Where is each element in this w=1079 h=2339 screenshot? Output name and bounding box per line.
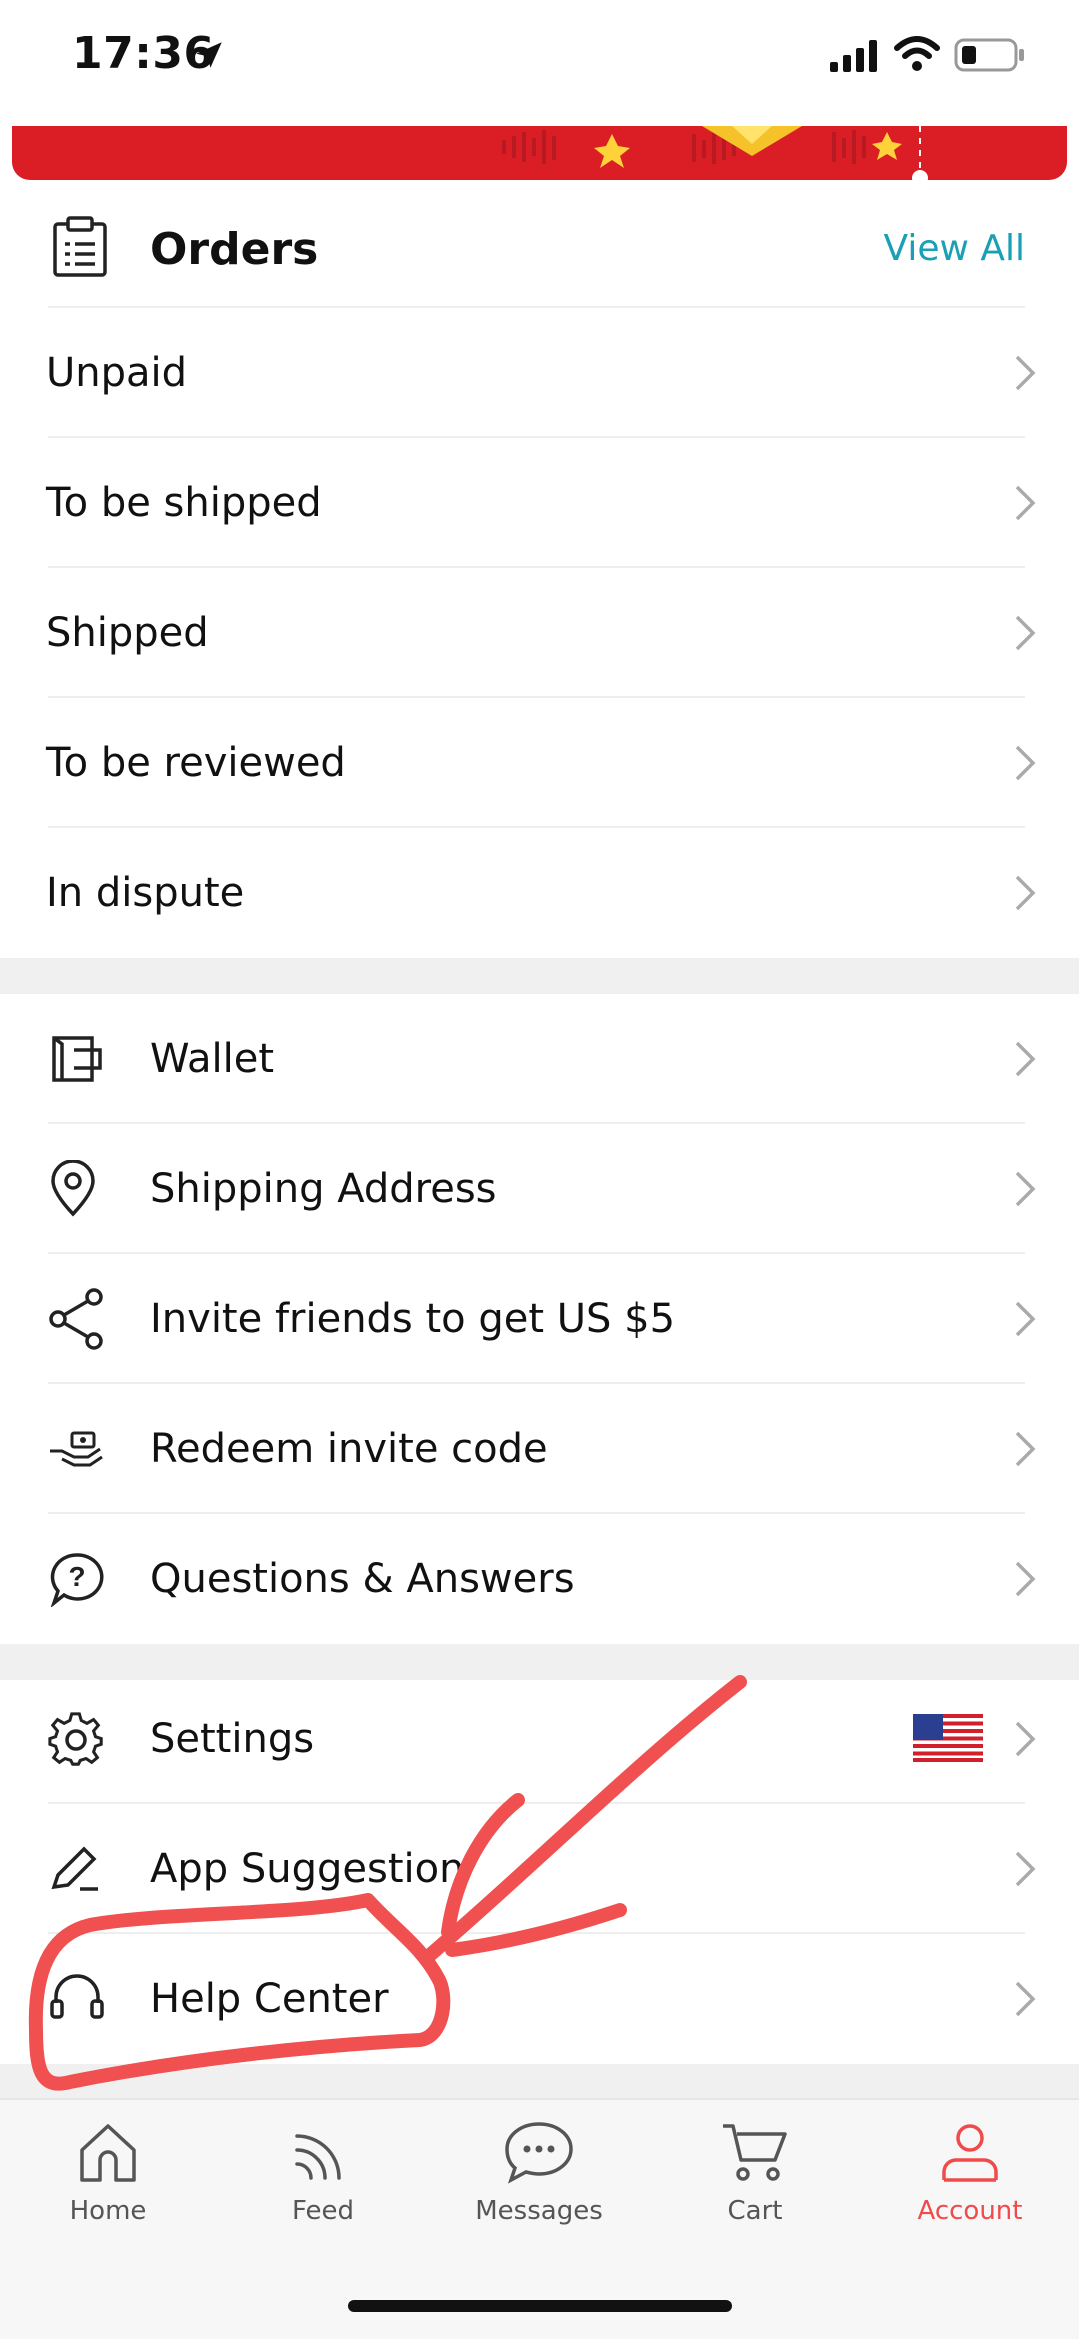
tab-messages[interactable]: Messages <box>439 2120 639 2226</box>
order-row-to-be-reviewed[interactable]: To be reviewed <box>0 698 1079 828</box>
gear-icon <box>48 1712 103 1766</box>
us-flag-icon <box>913 1714 983 1762</box>
banner-graphic <box>502 126 928 180</box>
location-pin-icon <box>51 1160 95 1217</box>
chevron-right-icon <box>1015 355 1036 391</box>
cart-icon <box>723 2124 787 2181</box>
share-icon <box>49 1288 103 1350</box>
order-row-label: To be shipped <box>46 480 322 526</box>
orders-header: Orders View All <box>0 196 1079 308</box>
chevron-right-icon <box>1015 1431 1036 1467</box>
cellular-signal-icon <box>830 40 877 72</box>
wallet-icon <box>52 1036 102 1082</box>
chevron-right-icon <box>1015 485 1036 521</box>
section-gap <box>0 958 1079 994</box>
tab-label: Feed <box>291 2196 355 2226</box>
svg-text:?: ? <box>68 1561 85 1592</box>
tab-home[interactable]: Home <box>8 2120 208 2226</box>
menu-item-label: Invite friends to get US $5 <box>150 1296 676 1342</box>
order-row-label: Unpaid <box>46 350 188 396</box>
menu-item-wallet[interactable]: Wallet <box>0 994 1079 1124</box>
chevron-right-icon <box>1015 1561 1036 1597</box>
chevron-right-icon <box>1015 745 1036 781</box>
chat-bubble-icon <box>505 2122 573 2184</box>
home-indicator <box>348 2300 732 2312</box>
promo-banner[interactable] <box>12 126 1067 180</box>
menu-item-label: Settings <box>150 1716 315 1762</box>
chevron-right-icon <box>1015 1301 1036 1337</box>
tab-feed[interactable]: Feed <box>223 2120 423 2226</box>
status-bar: 17:36 <box>0 0 1079 120</box>
feed-icon <box>295 2134 341 2180</box>
menu-item-label: Questions & Answers <box>150 1556 575 1602</box>
chevron-right-icon <box>1015 1981 1036 2017</box>
orders-title: Orders <box>150 224 319 275</box>
menu-item-label: Redeem invite code <box>150 1426 548 1472</box>
tab-label: Messages <box>475 2196 603 2226</box>
menu-item-questions-answers[interactable]: ? Questions & Answers <box>0 1514 1079 1644</box>
headset-icon <box>50 1974 104 2019</box>
order-row-to-be-shipped[interactable]: To be shipped <box>0 438 1079 568</box>
tab-label: Cart <box>727 2196 783 2226</box>
orders-clipboard-icon <box>53 216 107 277</box>
menu-item-help-center[interactable]: Help Center <box>0 1934 1079 2064</box>
tab-account[interactable]: Account <box>870 2120 1070 2226</box>
order-row-label: In dispute <box>46 870 245 916</box>
menu-item-label: Wallet <box>150 1036 275 1082</box>
home-icon <box>80 2124 136 2182</box>
chevron-right-icon <box>1015 1171 1036 1207</box>
order-row-unpaid[interactable]: Unpaid <box>0 308 1079 438</box>
menu-item-redeem-invite-code[interactable]: Redeem invite code <box>0 1384 1079 1514</box>
menu-item-settings[interactable]: Settings <box>0 1674 1079 1804</box>
redeem-hand-icon <box>50 1431 103 1467</box>
location-arrow-icon <box>196 42 222 68</box>
tab-label: Home <box>69 2196 147 2226</box>
menu-item-app-suggestion[interactable]: App Suggestion <box>0 1804 1079 1934</box>
question-bubble-icon: ? <box>50 1553 104 1607</box>
pencil-icon <box>51 1846 98 1891</box>
chevron-right-icon <box>1015 1721 1036 1757</box>
menu-item-invite-friends[interactable]: Invite friends to get US $5 <box>0 1254 1079 1384</box>
menu-item-label: Help Center <box>150 1976 389 2022</box>
order-row-label: To be reviewed <box>46 740 346 786</box>
chevron-right-icon <box>1015 615 1036 651</box>
tab-label: Account <box>917 2196 1023 2226</box>
chevron-right-icon <box>1015 1851 1036 1887</box>
section-gap <box>0 2064 1079 2098</box>
tab-cart[interactable]: Cart <box>655 2120 855 2226</box>
menu-item-shipping-address[interactable]: Shipping Address <box>0 1124 1079 1254</box>
menu-item-label: Shipping Address <box>150 1166 497 1212</box>
account-icon <box>942 2124 998 2182</box>
chevron-right-icon <box>1015 1041 1036 1077</box>
order-row-shipped[interactable]: Shipped <box>0 568 1079 698</box>
battery-icon <box>954 38 1024 72</box>
wifi-icon <box>894 36 940 71</box>
order-row-label: Shipped <box>46 610 209 656</box>
view-all-orders-link[interactable]: View All <box>883 228 1025 269</box>
order-row-in-dispute[interactable]: In dispute <box>0 828 1079 958</box>
chevron-right-icon <box>1015 875 1036 911</box>
menu-item-label: App Suggestion <box>150 1846 465 1892</box>
